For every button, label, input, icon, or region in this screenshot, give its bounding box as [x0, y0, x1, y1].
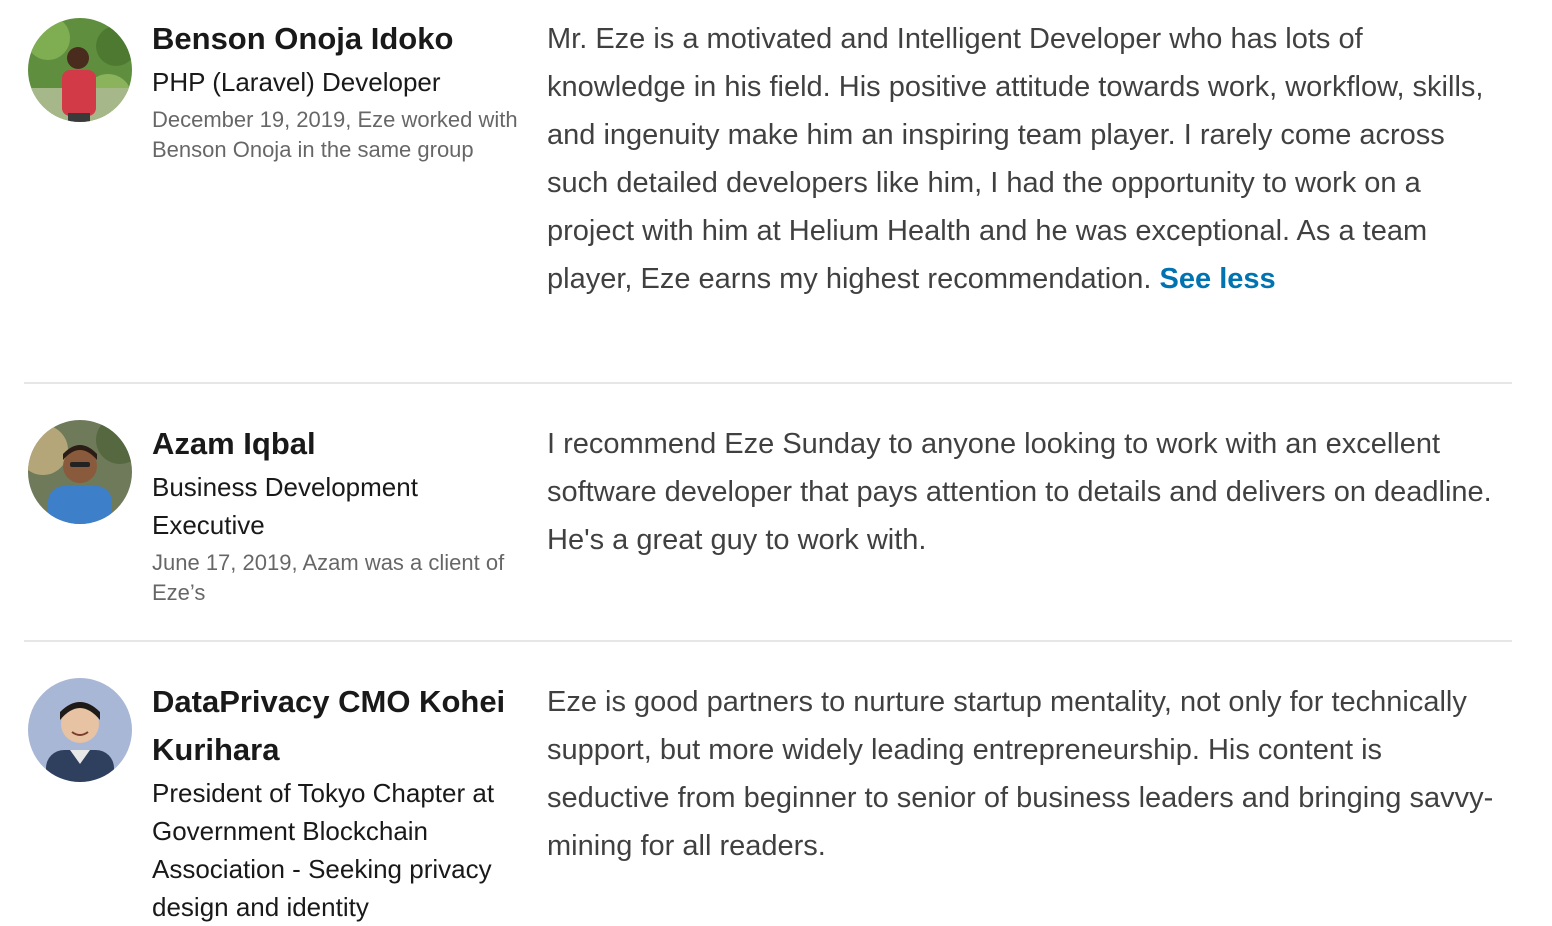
avatar[interactable] — [28, 18, 132, 122]
recommendations-list: Benson Onoja Idoko PHP (Laravel) Develop… — [24, 0, 1512, 922]
recommendation-context: December 19, 2019, Eze worked with Benso… — [152, 107, 518, 162]
person-photo-icon — [28, 678, 132, 782]
recommendation-item: DataPrivacy CMO Kohei Kurihara President… — [24, 642, 1512, 922]
person-photo-icon — [28, 420, 132, 524]
recommendation-body: I recommend Eze Sunday to anyone looking… — [547, 428, 1492, 556]
recommendation-item: Azam Iqbal Business Development Executiv… — [24, 384, 1512, 642]
recommender-info: DataPrivacy CMO Kohei Kurihara President… — [152, 678, 522, 926]
recommendation-body: Mr. Eze is a motivated and Intelligent D… — [547, 23, 1484, 295]
recommendation-text: Eze is good partners to nurture startup … — [547, 678, 1497, 870]
recommendation-text: I recommend Eze Sunday to anyone looking… — [547, 420, 1497, 564]
recommender-headline: Business Development Executive — [152, 472, 418, 540]
recommender-info: Azam Iqbal Business Development Executiv… — [152, 420, 522, 608]
recommendation-text: Mr. Eze is a motivated and Intelligent D… — [547, 15, 1497, 303]
see-less-link[interactable]: See less — [1160, 263, 1276, 295]
recommender-headline: PHP (Laravel) Developer — [152, 67, 441, 97]
recommender-name[interactable]: Azam Iqbal — [152, 420, 522, 468]
avatar[interactable] — [28, 420, 132, 524]
recommender-info: Benson Onoja Idoko PHP (Laravel) Develop… — [152, 15, 522, 165]
recommender-name[interactable]: Benson Onoja Idoko — [152, 15, 522, 63]
recommendation-body: Eze is good partners to nurture startup … — [547, 686, 1494, 862]
recommendation-item: Benson Onoja Idoko PHP (Laravel) Develop… — [24, 0, 1512, 384]
person-photo-icon — [28, 18, 132, 122]
recommendation-context: June 17, 2019, Azam was a client of Eze’… — [152, 550, 505, 605]
avatar[interactable] — [28, 678, 132, 782]
recommender-name[interactable]: DataPrivacy CMO Kohei Kurihara — [152, 678, 522, 774]
recommender-headline: President of Tokyo Chapter at Government… — [152, 778, 495, 922]
